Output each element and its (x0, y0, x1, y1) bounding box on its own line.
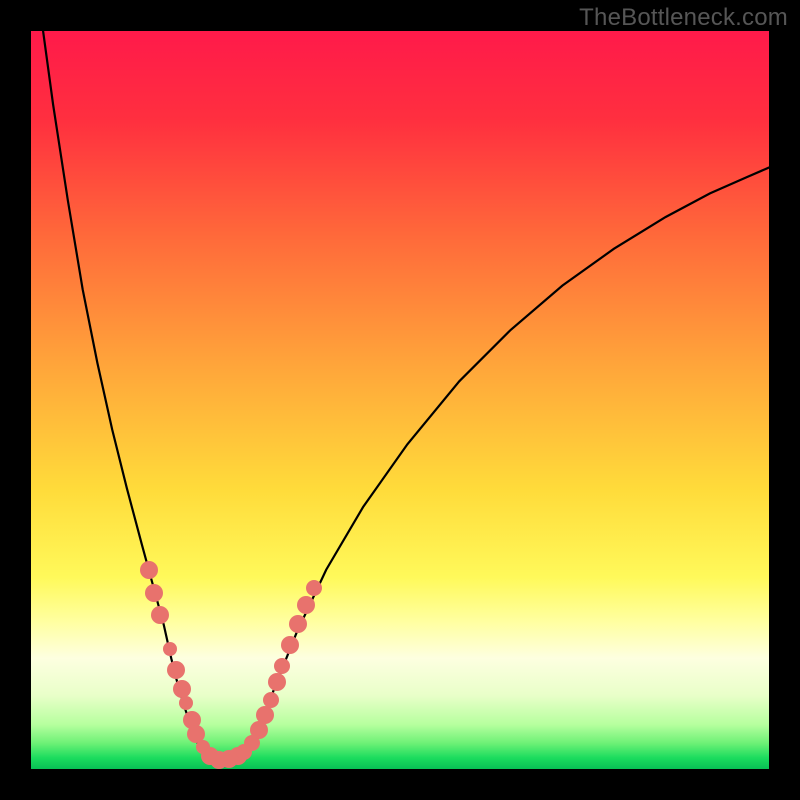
data-dot (167, 661, 185, 679)
chart-frame: TheBottleneck.com (0, 0, 800, 800)
curve-layer (31, 31, 769, 769)
data-dot (145, 584, 163, 602)
data-dot (263, 692, 279, 708)
watermark-text: TheBottleneck.com (579, 4, 788, 32)
data-dot (163, 642, 177, 656)
plot-area (31, 31, 769, 769)
curve-right-branch (249, 168, 769, 753)
data-dot (281, 636, 299, 654)
data-dot (274, 658, 290, 674)
data-dot (151, 606, 169, 624)
data-dot (297, 596, 315, 614)
data-dot (289, 615, 307, 633)
data-dot (256, 706, 274, 724)
data-dot (179, 696, 193, 710)
data-dot (306, 580, 322, 596)
curve-left-branch (42, 31, 204, 756)
data-dot (140, 561, 158, 579)
data-dot (268, 673, 286, 691)
